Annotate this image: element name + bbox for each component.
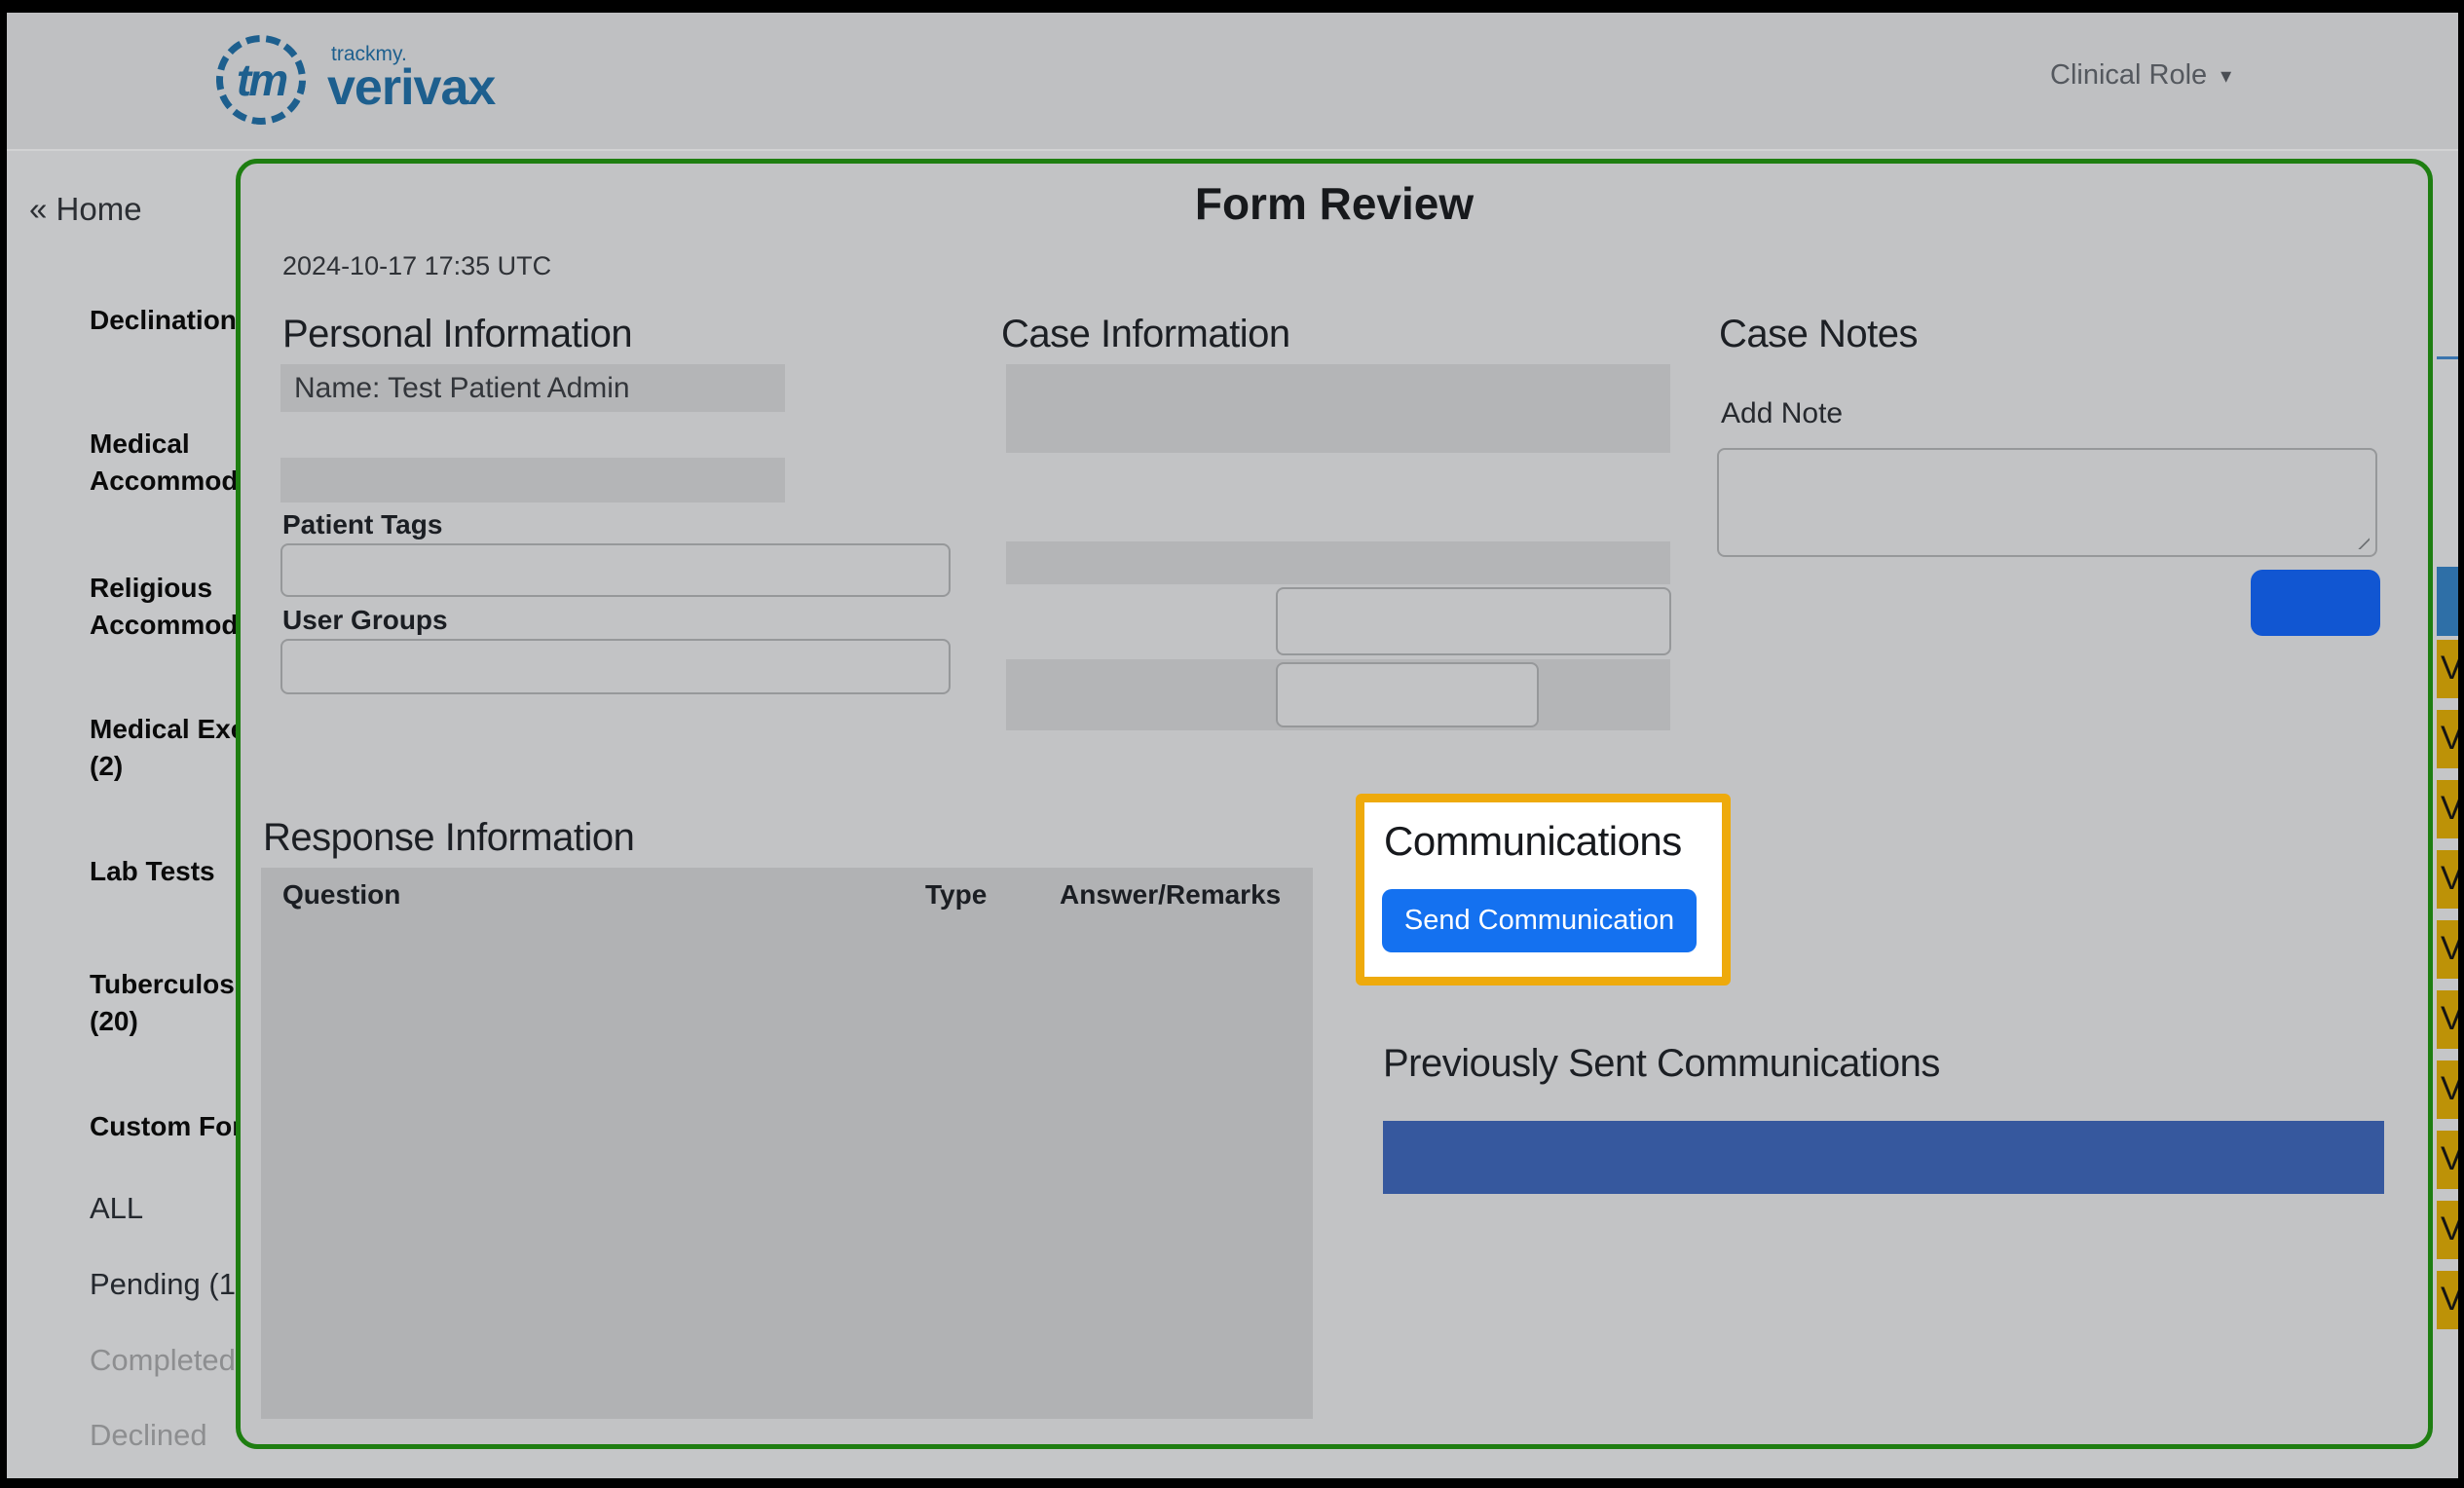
sidebar-item-tuberculosis[interactable]: Tuberculosis (20) — [90, 966, 236, 1040]
patient-name-field: Name: Test Patient Admin — [280, 364, 785, 412]
sidebar-item-custom-forms[interactable]: Custom Forms — [90, 1108, 236, 1145]
brand-name-text: verivax — [327, 58, 495, 117]
user-groups-input[interactable] — [280, 639, 951, 694]
view-button[interactable]: V — [2437, 920, 2458, 979]
form-timestamp: 2024-10-17 17:35 UTC — [282, 251, 551, 281]
case-notes-heading: Case Notes — [1719, 313, 1918, 356]
sidebar-item-declination[interactable]: Declination — [90, 302, 236, 339]
column-header-question: Question — [282, 879, 400, 911]
background-blue-row — [2437, 567, 2458, 636]
view-button[interactable]: V — [2437, 640, 2458, 698]
page-title: Form Review — [241, 177, 2428, 230]
case-info-input[interactable] — [1276, 587, 1671, 655]
redacted-block — [1006, 364, 1670, 453]
communications-heading: Communications — [1384, 818, 1682, 865]
chevron-down-icon: ▾ — [2221, 63, 2231, 89]
add-note-textarea[interactable] — [1717, 448, 2377, 557]
user-groups-label: User Groups — [282, 605, 448, 636]
role-dropdown-label: Clinical Role — [2050, 59, 2207, 92]
sidebar-filter-all[interactable]: ALL — [90, 1190, 236, 1227]
sidebar-item-religious-accommodation[interactable]: Religious Accommodation — [90, 570, 236, 644]
case-info-heading: Case Information — [1001, 313, 1290, 356]
background-table-edge — [2437, 356, 2458, 359]
sidebar-item-medical-accommodation[interactable]: Medical Accommodation — [90, 426, 236, 500]
view-button[interactable]: V — [2437, 1201, 2458, 1259]
redacted-field — [1006, 541, 1670, 584]
view-button[interactable]: V — [2437, 1060, 2458, 1119]
column-header-type: Type — [925, 879, 987, 911]
view-button[interactable]: V — [2437, 1271, 2458, 1329]
brand-monogram[interactable]: tm — [216, 35, 306, 125]
patient-tags-label: Patient Tags — [282, 509, 442, 540]
sidebar-filter-declined[interactable]: Declined — [90, 1417, 236, 1454]
response-table: Question Type Answer/Remarks — [261, 868, 1313, 1419]
top-navbar: tm trackmy. verivax Clinical Role ▾ — [7, 13, 2458, 151]
view-button[interactable]: V — [2437, 990, 2458, 1049]
view-button[interactable]: V — [2437, 1131, 2458, 1189]
previous-communications-header-bar — [1383, 1121, 2384, 1194]
previous-communications-heading: Previously Sent Communications — [1383, 1042, 1940, 1086]
column-header-answer-remarks: Answer/Remarks — [1060, 879, 1281, 911]
form-review-modal: Form Review 2024-10-17 17:35 UTC Persona… — [236, 159, 2433, 1449]
patient-tags-input[interactable] — [280, 543, 951, 597]
resize-handle-icon[interactable] — [2352, 532, 2370, 549]
redacted-field — [280, 458, 785, 502]
add-note-label: Add Note — [1721, 397, 1843, 430]
view-button[interactable]: V — [2437, 710, 2458, 768]
background-view-buttons-column: V V V V V V V V V V — [2437, 640, 2458, 1341]
home-back-link[interactable]: « Home — [29, 191, 142, 228]
sidebar-filter-pending[interactable]: Pending (1) — [90, 1266, 236, 1303]
role-dropdown[interactable]: Clinical Role ▾ — [2050, 59, 2231, 92]
communications-highlight-box: Communications Send Communication — [1356, 794, 1731, 986]
case-info-select[interactable] — [1276, 662, 1539, 727]
app-viewport: tm trackmy. verivax Clinical Role ▾ « Ho… — [7, 13, 2458, 1478]
sidebar-item-medical-exemption[interactable]: Medical Exemption (2) — [90, 711, 236, 785]
view-button[interactable]: V — [2437, 850, 2458, 909]
screenshot-frame: tm trackmy. verivax Clinical Role ▾ « Ho… — [0, 0, 2464, 1488]
personal-info-heading: Personal Information — [282, 313, 632, 356]
sidebar-filter-completed[interactable]: Completed — [90, 1342, 236, 1379]
add-note-submit-button[interactable] — [2251, 570, 2380, 636]
view-button[interactable]: V — [2437, 780, 2458, 838]
send-communication-button[interactable]: Send Communication — [1382, 889, 1697, 952]
sidebar-item-lab-tests[interactable]: Lab Tests — [90, 853, 236, 890]
response-info-heading: Response Information — [263, 816, 634, 860]
